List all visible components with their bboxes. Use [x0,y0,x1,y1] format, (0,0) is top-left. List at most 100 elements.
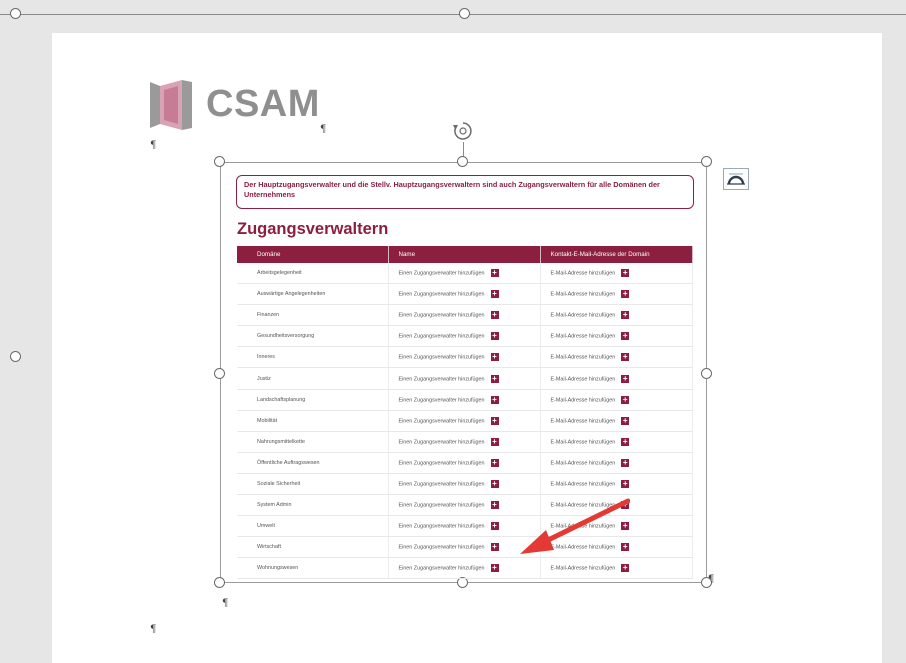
add-email-cell: E-Mail-Adresse hinzufügen + [540,325,693,348]
paragraph-mark: ¶ [150,140,157,151]
add-email-cell: E-Mail-Adresse hinzufügen + [540,304,693,327]
csam-logo-icon [150,80,192,130]
add-manager-cell: Einen Zugangsverwalter hinzufügen + [388,283,541,306]
add-manager-cell: Einen Zugangsverwalter hinzufügen + [388,346,541,369]
add-email-cell: E-Mail-Adresse hinzufügen + [540,410,693,432]
domain-name-cell: Wirtschaft [237,536,389,559]
add-manager-label: Einen Zugangsverwalter hinzufügen [398,565,485,572]
add-manager-plus-icon[interactable]: + [490,353,499,362]
csam-logo: CSAM [148,78,338,138]
paragraph-mark: ¶ [222,598,229,609]
add-manager-plus-icon[interactable]: + [490,501,499,510]
add-manager-plus-icon[interactable]: + [490,311,499,320]
table-row: Mobilität Einen Zugangsverwalter hinzufüg… [237,410,693,432]
add-manager-cell: Einen Zugangsverwalter hinzufügen + [388,325,541,348]
image-resize-handle-top-center[interactable] [457,156,468,167]
paragraph-mark: ¶ [150,624,157,635]
add-email-label: E-Mail-Adresse hinzufügen [550,312,616,319]
image-resize-handle-top-right[interactable] [701,156,712,167]
add-manager-plus-icon[interactable]: + [490,564,499,573]
add-manager-cell: Einen Zugangsverwalter hinzufügen + [388,304,541,327]
domain-name-cell: Wohnungswesen [237,557,389,580]
layout-options-icon[interactable] [723,168,749,190]
add-email-cell: E-Mail-Adresse hinzufügen + [540,431,693,453]
add-manager-cell: Einen Zugangsverwalter hinzufügen + [388,367,541,390]
add-email-plus-icon[interactable]: + [621,374,630,383]
add-manager-label: Einen Zugangsverwalter hinzufügen [398,375,485,382]
add-manager-label: Einen Zugangsverwalter hinzufügen [398,502,485,509]
outer-resize-handle-top-center[interactable] [459,8,470,19]
add-manager-cell: Einen Zugangsverwalter hinzufügen + [388,410,541,432]
add-email-plus-icon[interactable]: + [621,353,630,362]
add-email-plus-icon[interactable]: + [621,332,630,341]
arrow-annotation-icon [520,498,630,554]
domain-name-cell: System Admin [237,494,389,517]
add-email-plus-icon[interactable]: + [621,416,630,425]
paragraph-mark: ¶ [708,574,715,585]
add-manager-label: Einen Zugangsverwalter hinzufügen [398,270,485,277]
add-email-label: E-Mail-Adresse hinzufügen [550,397,616,404]
domain-name-cell: Mobilität [237,410,389,432]
add-manager-plus-icon[interactable]: + [490,332,499,341]
table-row: Wohnungswesen Einen Zugangsverwalter hinz… [237,557,693,580]
domain-name-cell: Justiz [237,367,389,390]
add-manager-plus-icon[interactable]: + [490,290,499,299]
table-row: Inneres Einen Zugangsverwalter hinzufügen… [237,346,693,369]
add-email-cell: E-Mail-Adresse hinzufügen + [540,389,693,411]
top-edge-line [0,14,906,15]
add-manager-label: Einen Zugangsverwalter hinzufügen [398,481,485,488]
add-email-plus-icon[interactable]: + [621,479,630,488]
add-email-cell: E-Mail-Adresse hinzufügen + [540,452,693,474]
add-manager-plus-icon[interactable]: + [490,374,499,383]
image-resize-handle-left-middle[interactable] [214,368,225,379]
add-email-label: E-Mail-Adresse hinzufügen [550,270,616,277]
domain-name-cell: Umwelt [237,515,389,538]
column-header-name: Name [388,246,541,263]
add-manager-plus-icon[interactable]: + [490,479,499,488]
domain-name-cell: Finanzen [237,304,389,327]
add-manager-label: Einen Zugangsverwalter hinzufügen [398,397,485,404]
domain-name-cell: Arbeitsgelegenheit [237,263,389,285]
add-manager-plus-icon[interactable]: + [490,269,499,278]
domain-name-cell: Landschaftsplanung [237,389,389,411]
add-email-plus-icon[interactable]: + [621,395,630,404]
add-manager-plus-icon[interactable]: + [490,522,499,531]
image-resize-handle-right-middle[interactable] [701,368,712,379]
add-email-plus-icon[interactable]: + [621,564,630,573]
table-header-row: Domäne Name Kontakt-E-Mail-Adresse der D… [237,246,693,263]
add-manager-plus-icon[interactable]: + [490,543,499,552]
table-row: Finanzen Einen Zugangsverwalter hinzufüge… [237,304,693,327]
table-row: Landschaftsplanung Einen Zugangsverwalter… [237,389,693,411]
add-email-plus-icon[interactable]: + [621,311,630,320]
add-manager-cell: Einen Zugangsverwalter hinzufügen + [388,431,541,453]
outer-resize-handle-left-middle[interactable] [10,351,21,362]
add-manager-plus-icon[interactable]: + [490,458,499,467]
domain-name-cell: Nahrungsmittelkette [237,431,389,453]
rotate-handle-icon[interactable] [452,120,474,142]
table-row: Auswärtige Angelegenheiten Einen Zugangsv… [237,283,693,306]
add-email-plus-icon[interactable]: + [621,290,630,299]
add-email-plus-icon[interactable]: + [621,269,630,278]
add-email-cell: E-Mail-Adresse hinzufügen + [540,283,693,306]
add-email-cell: E-Mail-Adresse hinzufügen + [540,367,693,390]
add-email-plus-icon[interactable]: + [621,437,630,446]
domain-name-cell: Gesundheitsversorgung [237,325,389,348]
add-manager-label: Einen Zugangsverwalter hinzufügen [398,460,485,467]
info-banner: Der Hauptzugangsverwalter und die Stellv… [236,175,694,209]
add-email-plus-icon[interactable]: + [621,458,630,467]
add-email-cell: E-Mail-Adresse hinzufügen + [540,473,693,496]
table-row: Nahrungsmittelkette Einen Zugangsverwalte… [237,431,693,453]
add-manager-label: Einen Zugangsverwalter hinzufügen [398,354,485,361]
add-manager-plus-icon[interactable]: + [490,395,499,404]
outer-resize-handle-top-left[interactable] [10,8,21,19]
add-manager-plus-icon[interactable]: + [490,437,499,446]
add-manager-plus-icon[interactable]: + [490,416,499,425]
image-resize-handle-top-left[interactable] [214,156,225,167]
add-email-label: E-Mail-Adresse hinzufügen [550,565,616,572]
add-manager-cell: Einen Zugangsverwalter hinzufügen + [388,389,541,411]
image-resize-handle-bottom-left[interactable] [214,577,225,588]
table-row: Gesundheitsversorgung Einen Zugangsverwal… [237,325,693,348]
table-row: Justiz Einen Zugangsverwalter hinzufügen +… [237,367,693,390]
domain-name-cell: Inneres [237,346,389,369]
add-manager-cell: Einen Zugangsverwalter hinzufügen + [388,452,541,474]
